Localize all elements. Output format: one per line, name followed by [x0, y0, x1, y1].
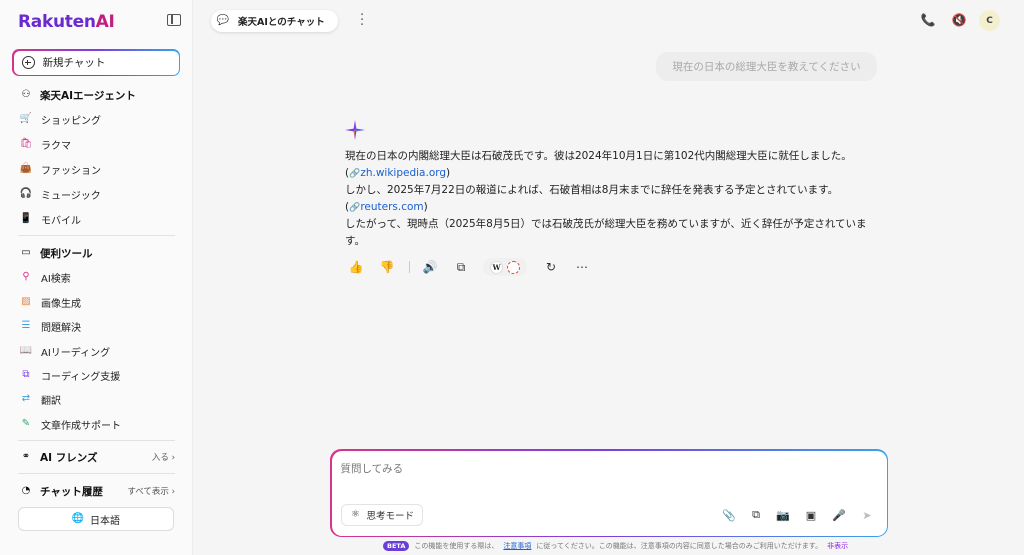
citation-1: (🔗zh.wikipedia.org): [345, 166, 451, 179]
section-tools: ▭ 便利ツール: [21, 247, 93, 260]
send-icon[interactable]: ➤: [860, 508, 875, 523]
sidebar-item-rakuma[interactable]: 🛍 ラクマ: [20, 136, 175, 152]
sidebar-item-fashion[interactable]: 👜 ファッション: [20, 161, 175, 177]
actions-separator: [409, 261, 410, 273]
hide-footer-link[interactable]: 非表示: [827, 541, 848, 551]
cart-icon: 🛒: [19, 113, 33, 124]
plus-icon: [21, 56, 35, 69]
tools-icon: ▭: [21, 247, 31, 258]
sources-button[interactable]: W: [483, 258, 527, 276]
rakuma-icon: 🛍: [19, 138, 33, 149]
book-icon: 📖: [19, 345, 33, 356]
more-actions-icon[interactable]: ⋯: [573, 258, 591, 276]
reuters-source-icon: [507, 260, 520, 274]
answer-line-3: したがって、現時点（2025年8月5日）では石破茂氏が総理大臣を務めていますが、…: [345, 218, 867, 247]
history-show-all-link[interactable]: すべて表示 ›: [127, 485, 175, 497]
chat-title-pill[interactable]: 💬 楽天AIとのチャット: [211, 10, 338, 32]
sidebar-divider: [18, 235, 175, 236]
copy-icon[interactable]: ⧉: [452, 258, 470, 276]
phone-icon: 📱: [19, 213, 33, 224]
problem-icon: ☰: [21, 320, 31, 331]
mute-icon[interactable]: 🔇: [951, 12, 967, 28]
logo-row: RakutenAI: [18, 11, 183, 33]
wikipedia-source-icon: W: [490, 260, 503, 274]
sidebar-item-ai-reading[interactable]: 📖 AIリーディング: [20, 343, 175, 359]
attach-icon[interactable]: 📎: [722, 508, 737, 523]
user-message: 現在の日本の総理大臣を教えてください: [656, 52, 877, 81]
answer-actions: 👍 👎 🔊 ⧉ W ↻ ⋯: [347, 258, 604, 276]
history-icon: ◔: [21, 485, 31, 496]
sidebar-item-writing[interactable]: ✎ 文章作成サポート: [20, 416, 175, 432]
screen-capture-icon[interactable]: ▣: [804, 508, 819, 523]
sidebar-divider: [18, 440, 175, 441]
friends-icon: ⚭: [21, 451, 31, 462]
sidebar: RakutenAI 新規チャット ⚇ 楽天AIエージェント 🛒 ショッピング 🛍…: [0, 0, 193, 555]
file-icon[interactable]: ⧉: [749, 508, 764, 523]
search-icon: ⚲: [22, 271, 30, 282]
more-options-icon[interactable]: · · ·: [360, 9, 364, 32]
camera-icon[interactable]: 📷: [776, 508, 791, 523]
question-input[interactable]: [340, 462, 741, 475]
link-icon: 🔗: [349, 168, 361, 179]
language-button[interactable]: 🌐 日本語: [18, 507, 174, 531]
sidebar-item-problem-solving[interactable]: ☰ 問題解決: [20, 318, 175, 334]
regenerate-icon[interactable]: ↻: [542, 258, 560, 276]
thumbs-up-icon[interactable]: 👍: [347, 258, 365, 276]
bag-icon: 👜: [19, 163, 33, 174]
translate-icon: ⇄: [21, 393, 31, 404]
section-agent: ⚇ 楽天AIエージェント: [21, 89, 136, 102]
sidebar-divider: [18, 473, 175, 474]
answer-line-2: しかし、2025年7月22日の報道によれば、石破首相は8月末までに辞任を発表する…: [345, 184, 839, 196]
answer-line-1: 現在の日本の内閣総理大臣は石破茂氏です。彼は2024年10月1日に第102代内閣…: [345, 150, 852, 162]
friends-enter-link[interactable]: 入る ›: [152, 451, 175, 463]
citation-link-reuters[interactable]: reuters.com: [360, 201, 423, 213]
microphone-icon[interactable]: 🎤: [832, 508, 847, 523]
chat-bubble-icon: 💬: [216, 15, 230, 26]
image-icon: ▨: [21, 296, 31, 307]
section-chat-history: ◔ チャット履歴 すべて表示 ›: [21, 485, 175, 498]
sidebar-item-coding[interactable]: ⧉ コーディング支援: [20, 367, 175, 383]
assistant-answer: 現在の日本の内閣総理大臣は石破茂氏です。彼は2024年10月1日に第102代内閣…: [345, 148, 880, 249]
thumbs-down-icon[interactable]: 👎: [378, 258, 396, 276]
atom-icon: ⚛: [351, 508, 360, 520]
footer-note: BETA この機能を使用する際は、 注意事項 に従ってください。この機能は、注意事項…: [383, 540, 848, 552]
section-ai-friends[interactable]: ⚭ AI フレンズ 入る ›: [20, 449, 175, 465]
composer: ⚛ 思考モード 📎 ⧉ 📷 ▣ 🎤 ➤: [330, 449, 888, 537]
citation-link-wikipedia[interactable]: zh.wikipedia.org: [360, 167, 446, 179]
code-icon: ⧉: [22, 369, 30, 380]
sidebar-item-mobile[interactable]: 📱 モバイル: [20, 211, 175, 227]
new-chat-button[interactable]: 新規チャット: [12, 49, 180, 76]
sidebar-item-shopping[interactable]: 🛒 ショッピング: [20, 111, 175, 127]
sidebar-item-music[interactable]: 🎧 ミュージック: [20, 186, 175, 202]
globe-icon: 🌐: [71, 513, 85, 524]
chat-title: 楽天AIとのチャット: [238, 17, 325, 28]
think-mode-button[interactable]: ⚛ 思考モード: [340, 503, 424, 526]
rakuten-ai-logo[interactable]: RakutenAI: [18, 11, 115, 33]
sidebar-item-image-gen[interactable]: ▨ 画像生成: [20, 294, 175, 310]
new-chat-label: 新規チャット: [42, 57, 106, 69]
speaker-icon[interactable]: 🔊: [421, 258, 439, 276]
avatar[interactable]: C: [979, 10, 1000, 31]
sidebar-item-translate[interactable]: ⇄ 翻訳: [20, 391, 175, 407]
pencil-icon: ✎: [21, 418, 31, 429]
beta-badge: BETA: [383, 541, 410, 551]
voice-call-icon[interactable]: 📞: [920, 12, 936, 28]
sidebar-item-ai-search[interactable]: ⚲ AI検索: [20, 269, 175, 285]
sidebar-toggle-icon[interactable]: [167, 14, 181, 26]
agent-icon: ⚇: [21, 89, 31, 100]
rakuten-ai-sparkle-icon: [345, 120, 365, 140]
link-icon: 🔗: [349, 202, 361, 213]
notice-link[interactable]: 注意事項: [503, 541, 531, 551]
citation-2: (🔗reuters.com): [345, 200, 428, 213]
headphones-icon: 🎧: [19, 188, 33, 199]
